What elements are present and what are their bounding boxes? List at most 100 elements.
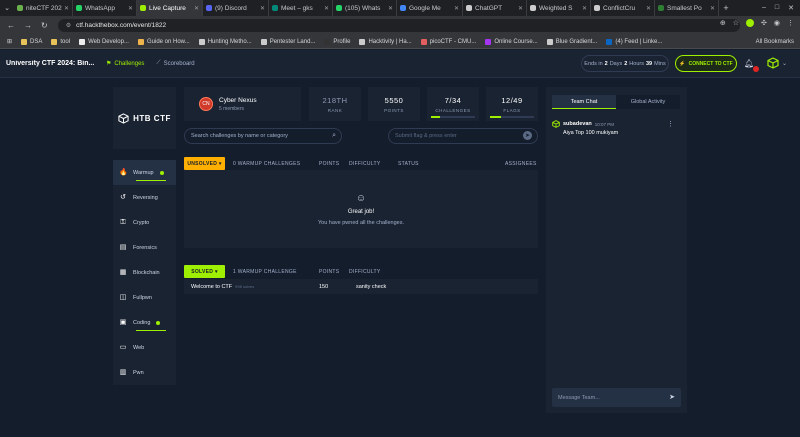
extension-icon[interactable] [746, 19, 755, 27]
site-info-icon[interactable]: ⚙ [66, 22, 71, 29]
tab-team-chat[interactable]: Team Chat [552, 95, 616, 109]
nav-scoreboard[interactable]: ⟋ Scoreboard [156, 60, 194, 67]
browser-tab[interactable]: Weighted S ✕ [527, 0, 591, 16]
bookmark-item[interactable]: Pentester Land... [260, 38, 315, 45]
unsolved-filter-button[interactable]: UNSOLVED ▾ [184, 157, 225, 170]
browser-tab[interactable]: ChatGPT ✕ [463, 0, 527, 16]
send-icon[interactable]: ➤ [669, 393, 675, 401]
close-window-icon[interactable]: ✕ [788, 4, 794, 12]
smile-icon: ☺ [355, 192, 367, 204]
app-header: University CTF 2024: Bin... ⚑ Challenges… [0, 50, 800, 78]
maximize-icon[interactable]: □ [775, 4, 779, 12]
tab-close-icon[interactable]: ✕ [128, 5, 133, 12]
category-item[interactable]: 🔥 Warmup [113, 160, 176, 185]
tab-close-icon[interactable]: ✕ [582, 5, 587, 12]
zoom-icon[interactable]: ⊕ [720, 19, 726, 27]
bookmark-item[interactable]: picoCTF - CMU... [420, 38, 476, 45]
category-item[interactable]: ▦ Blockchain [113, 260, 176, 285]
timer-mins-label: Mins [654, 60, 666, 67]
nav-challenges[interactable]: ⚑ Challenges [106, 60, 144, 68]
browser-tab[interactable]: niteCTF 2024 ✕ [14, 0, 73, 16]
tab-close-icon[interactable]: ✕ [388, 5, 393, 12]
tab-title: Meet – gks [281, 4, 313, 12]
back-icon[interactable]: ← [7, 21, 15, 30]
table-row[interactable]: Welcome to CTF 998 solves 150 sanity che… [184, 279, 538, 294]
tab-global-activity[interactable]: Global Activity [616, 95, 680, 109]
extensions-puzzle-icon[interactable]: ✣ [761, 19, 767, 27]
tab-close-icon[interactable]: ✕ [646, 5, 651, 12]
browser-tab[interactable]: (9) Discord ✕ [203, 0, 269, 16]
rank-value: 218TH [322, 95, 348, 105]
browser-tab[interactable]: ConflictCru ✕ [591, 0, 655, 16]
unsolved-count: 0 WARMUP CHALLENGES [233, 160, 301, 167]
browser-tab[interactable]: Meet – gks ✕ [269, 0, 333, 16]
bookmark-item[interactable]: Hacktivity | Ha... [359, 38, 412, 45]
bookmark-icon [324, 38, 331, 45]
category-item[interactable]: ↺ Reversing [113, 185, 176, 210]
browser-tab[interactable]: (105) Whats ✕ [333, 0, 397, 16]
new-tab-button[interactable]: + [719, 3, 733, 13]
browser-tab[interactable]: WhatsApp ✕ [73, 0, 137, 16]
minimize-icon[interactable]: – [762, 4, 766, 12]
tab-close-icon[interactable]: ✕ [518, 5, 523, 12]
category-item[interactable]: ⚿ Crypto [113, 210, 176, 235]
menu-kebab-icon[interactable]: ⋮ [787, 19, 794, 27]
connect-to-ctf-button[interactable]: ⚡ CONNECT TO CTF [675, 55, 737, 72]
bookmark-item[interactable]: Guide on How... [137, 38, 190, 45]
tab-close-icon[interactable]: ✕ [454, 5, 459, 12]
bookmark-star-icon[interactable]: ☆ [733, 19, 739, 27]
tab-list-icon[interactable]: ⌄ [0, 0, 14, 16]
category-item[interactable]: ▣ Coding [113, 310, 176, 335]
bookmark-icon [546, 38, 553, 45]
solved-col-difficulty: DIFFICULTY [349, 268, 381, 275]
bookmark-item[interactable]: DSA [21, 38, 42, 45]
htb-cube-icon[interactable] [767, 57, 779, 69]
category-icon: ▤ [119, 243, 127, 251]
browser-tab[interactable]: Live Capture ✕ [137, 0, 203, 16]
event-title[interactable]: University CTF 2024: Bin... [0, 60, 100, 67]
tab-close-icon[interactable]: ✕ [324, 5, 329, 12]
bookmarks-bar: ⊞ DSA tool Web Develop... Guide on How... Hu… [0, 35, 800, 49]
tab-close-icon[interactable]: ✕ [260, 5, 265, 12]
bookmark-item[interactable]: Profile [324, 38, 351, 45]
bookmark-item[interactable]: Web Develop... [79, 38, 129, 45]
browser-tab[interactable]: Smallest Po ✕ [655, 0, 719, 16]
solved-filter-button[interactable]: SOLVED ▾ [184, 265, 225, 278]
bookmark-item[interactable]: Hunting Metho... [198, 38, 252, 45]
points-stat: 5550 POINTS [368, 87, 420, 121]
bookmark-item[interactable]: tool [51, 38, 70, 45]
category-item[interactable]: ▤ Forensics [113, 235, 176, 260]
bookmark-label: Blue Gradient... [555, 38, 598, 45]
browser-tab[interactable]: Google Me ✕ [397, 0, 463, 16]
submit-flag-icon[interactable]: ➤ [523, 131, 532, 140]
bookmark-label: Profile [333, 38, 351, 45]
challenge-search-input[interactable]: Search challenges by name or category ⌕ [184, 128, 342, 144]
chevron-down-icon[interactable]: ⌄ [782, 60, 787, 67]
category-item[interactable]: ◫ Fullpwn [113, 285, 176, 310]
reload-icon[interactable]: ↻ [41, 21, 48, 30]
bookmark-item[interactable]: Blue Gradient... [546, 38, 598, 45]
message-input[interactable]: Message Team... ➤ [552, 388, 681, 407]
completed-dot-icon [156, 320, 161, 325]
all-bookmarks-link[interactable]: All Bookmarks [756, 39, 794, 45]
flag-submit-input[interactable]: Submit flag & press enter ➤ [388, 128, 538, 144]
timer-hours-label: Hours [629, 60, 644, 67]
forward-icon[interactable]: → [24, 21, 32, 30]
bookmark-item[interactable]: (4) Feed | Linke... [606, 38, 662, 45]
tab-favicon-icon [206, 5, 212, 11]
bookmark-item[interactable]: Online Course... [485, 38, 538, 45]
apps-grid-icon[interactable]: ⊞ [7, 38, 12, 45]
message-placeholder: Message Team... [558, 394, 600, 401]
tab-close-icon[interactable]: ✕ [710, 5, 715, 12]
category-item[interactable]: ▥ Pwn [113, 360, 176, 385]
team-card[interactable]: CN Cyber Nexus 5 members [184, 87, 301, 121]
category-item[interactable]: ▭ Web [113, 335, 176, 360]
message-options-icon[interactable]: ⋮ [667, 120, 674, 128]
connect-icon: ⚡ [679, 60, 686, 67]
url-field[interactable]: ⚙ ctf.hackthebox.com/event/1822 [57, 19, 740, 32]
notification-dot [753, 66, 759, 72]
profile-icon[interactable]: ◉ [774, 19, 780, 27]
challenge-solves: 998 solves [235, 283, 255, 289]
tab-close-icon[interactable]: ✕ [194, 5, 199, 12]
tab-close-icon[interactable]: ✕ [64, 5, 69, 12]
